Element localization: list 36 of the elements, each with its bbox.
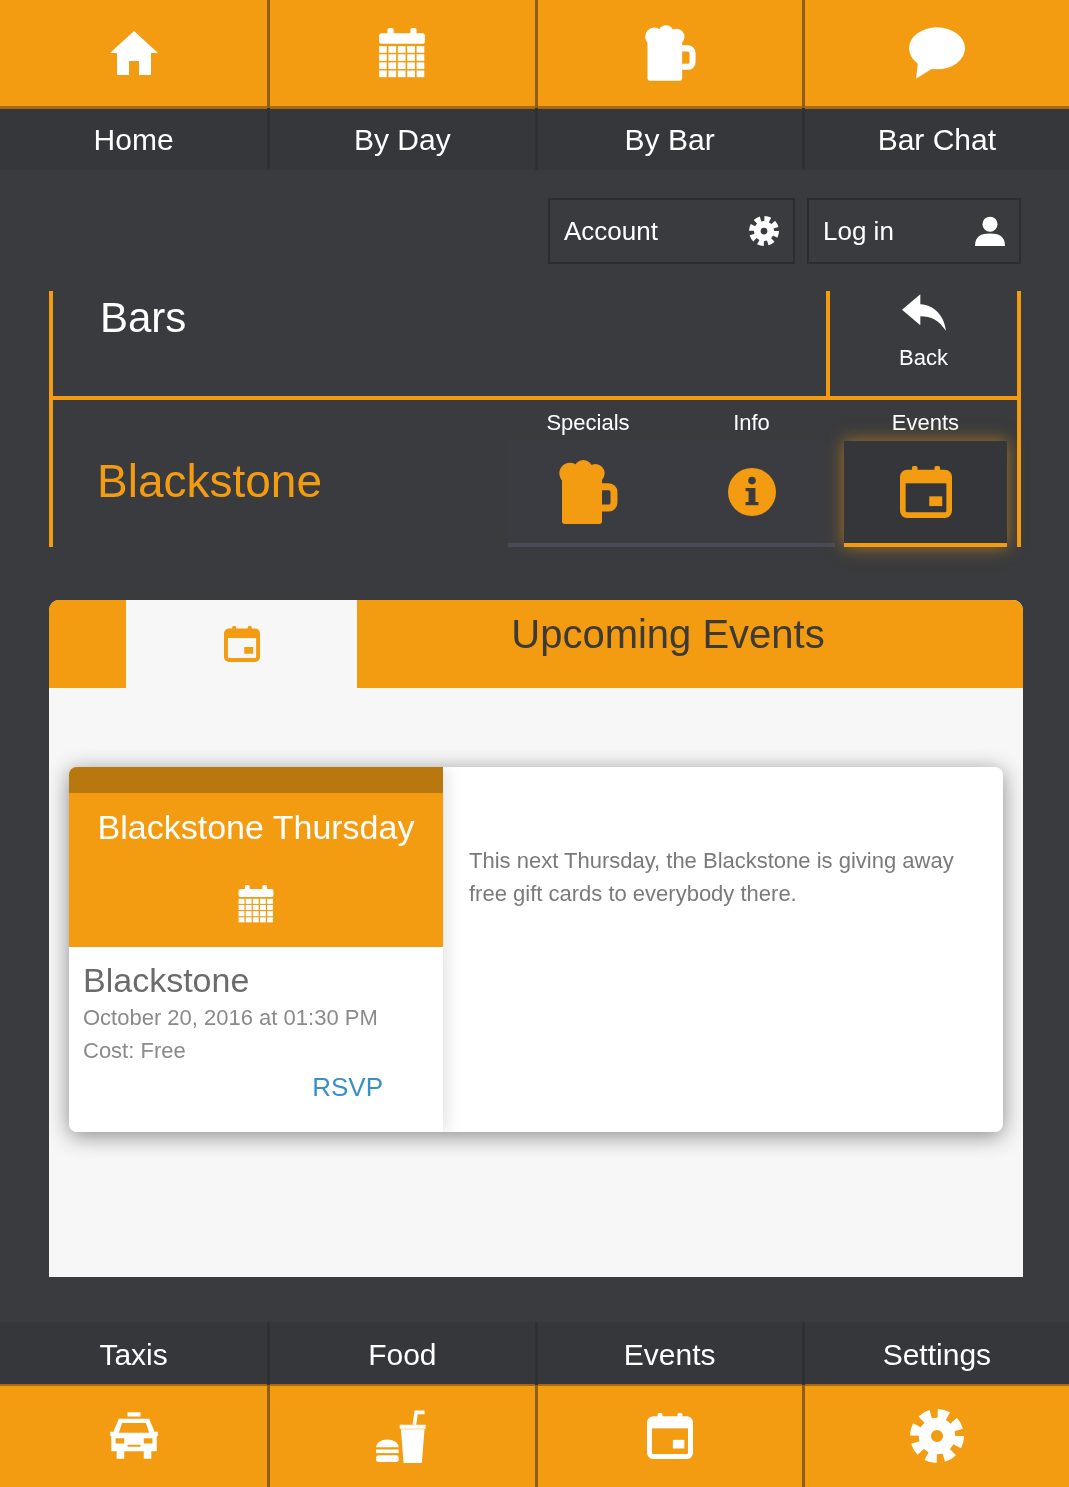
calendar-icon [237, 885, 275, 923]
home-icon [109, 31, 158, 75]
settings-icon [749, 216, 779, 246]
event-date: October 20, 2016 at 01:30 PM [83, 1004, 378, 1032]
calendar-icon [222, 626, 261, 662]
page-title: Bars [100, 294, 187, 341]
panel-title: Upcoming Events [511, 614, 825, 654]
event-cost: Cost: Free [83, 1037, 186, 1065]
event-title: Blackstone Thursday [97, 807, 415, 848]
rsvp-link[interactable]: RSVP [312, 1070, 383, 1104]
calendar-icon [644, 1413, 695, 1459]
event-description: This next Thursday, the Blackstone is giving away free gift cards to everybody there. [469, 847, 955, 908]
beer-mug-icon [643, 25, 696, 81]
nav-button[interactable]: By Day [267, 0, 535, 170]
nav-button[interactable]: By Bar [534, 0, 802, 170]
taxi-icon [107, 1412, 160, 1460]
speech-bubble-icon [908, 27, 965, 79]
nav-button[interactable]: Home [0, 0, 268, 170]
calendar-icon [377, 28, 428, 78]
nav-button[interactable]: Food [267, 1322, 535, 1487]
bar-name: Blackstone [97, 457, 322, 504]
beer-mug-icon [558, 460, 618, 524]
account-button[interactable]: Account [548, 198, 795, 264]
settings-icon [909, 1409, 964, 1463]
calendar-icon [897, 466, 954, 518]
calendar-tab[interactable] [126, 600, 357, 688]
event-venue: Blackstone [83, 960, 250, 1000]
login-button[interactable]: Log in [807, 198, 1021, 264]
nav-button[interactable]: Settings [801, 1322, 1069, 1487]
back-button[interactable]: Back [826, 291, 1017, 396]
back-arrow-icon [901, 294, 946, 331]
user-icon [975, 216, 1005, 246]
info-icon [727, 468, 776, 516]
nav-button[interactable]: Events [534, 1322, 802, 1487]
nav-button[interactable]: Taxis [0, 1322, 268, 1487]
nav-button[interactable]: Bar Chat [801, 0, 1069, 170]
